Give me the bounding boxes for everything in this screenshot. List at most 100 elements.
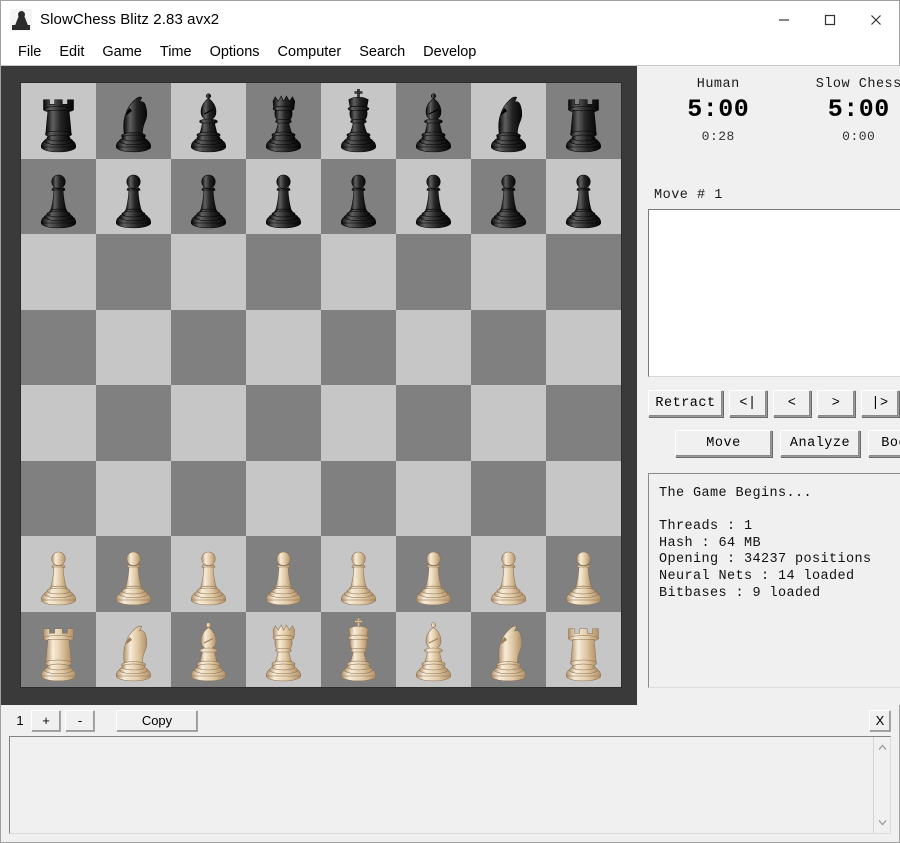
black-bishop-piece[interactable] bbox=[171, 83, 246, 159]
board-square-c6[interactable] bbox=[171, 234, 246, 310]
menu-item-game[interactable]: Game bbox=[93, 42, 151, 62]
board-square-h2[interactable] bbox=[546, 536, 621, 612]
black-rook-piece[interactable] bbox=[546, 83, 621, 159]
next-move-button[interactable]: > bbox=[817, 390, 855, 417]
white-queen-piece[interactable] bbox=[246, 612, 321, 688]
board-square-f1[interactable] bbox=[396, 611, 471, 687]
board-square-d1[interactable] bbox=[246, 611, 321, 688]
white-pawn-piece[interactable] bbox=[171, 536, 246, 612]
board-square-e7[interactable] bbox=[321, 158, 396, 235]
board-square-g1[interactable] bbox=[471, 611, 546, 688]
board-square-c1[interactable] bbox=[171, 611, 246, 688]
book-button[interactable]: Book bbox=[868, 430, 900, 457]
close-pane-button[interactable]: X bbox=[869, 709, 891, 732]
increase-lines-button[interactable]: + bbox=[31, 709, 61, 732]
move-list[interactable] bbox=[648, 209, 900, 377]
board-square-f3[interactable] bbox=[396, 460, 471, 536]
board-square-f5[interactable] bbox=[396, 309, 471, 385]
board-square-d5[interactable] bbox=[246, 309, 321, 385]
menu-item-file[interactable]: File bbox=[9, 42, 50, 62]
board-square-f7[interactable] bbox=[396, 158, 471, 234]
board-square-g2[interactable] bbox=[471, 536, 546, 612]
board-square-d2[interactable] bbox=[246, 536, 321, 612]
last-move-button[interactable]: |> bbox=[861, 390, 899, 417]
board-square-c4[interactable] bbox=[171, 385, 246, 461]
black-bishop-piece[interactable] bbox=[396, 83, 471, 159]
minimize-button[interactable] bbox=[761, 1, 807, 38]
decrease-lines-button[interactable]: - bbox=[65, 709, 95, 732]
white-pawn-piece[interactable] bbox=[471, 536, 546, 612]
black-knight-piece[interactable] bbox=[96, 83, 171, 159]
maximize-button[interactable] bbox=[807, 1, 853, 38]
board-square-h3[interactable] bbox=[546, 460, 621, 536]
output-text[interactable] bbox=[10, 737, 873, 833]
board-square-d4[interactable] bbox=[246, 385, 321, 461]
black-queen-piece[interactable] bbox=[246, 83, 321, 159]
black-pawn-piece[interactable] bbox=[96, 159, 171, 235]
scroll-up-arrow-icon[interactable] bbox=[874, 740, 891, 755]
black-king-piece[interactable] bbox=[321, 83, 396, 159]
board-square-h5[interactable] bbox=[546, 309, 621, 385]
white-knight-piece[interactable] bbox=[471, 612, 546, 688]
menu-item-edit[interactable]: Edit bbox=[50, 42, 93, 62]
board-square-f8[interactable] bbox=[396, 83, 471, 159]
board-square-c7[interactable] bbox=[171, 158, 246, 235]
board-square-g8[interactable] bbox=[471, 83, 546, 159]
board-square-g3[interactable] bbox=[471, 460, 546, 536]
board-square-a8[interactable] bbox=[21, 83, 96, 159]
board-square-a6[interactable] bbox=[21, 234, 96, 310]
board-square-b5[interactable] bbox=[96, 309, 171, 385]
board-square-e5[interactable] bbox=[321, 309, 396, 385]
white-pawn-piece[interactable] bbox=[96, 536, 171, 612]
board-square-h7[interactable] bbox=[546, 158, 621, 235]
board-square-e4[interactable] bbox=[321, 385, 396, 461]
board-square-c3[interactable] bbox=[171, 460, 246, 536]
menu-item-options[interactable]: Options bbox=[201, 42, 269, 62]
white-rook-piece[interactable] bbox=[21, 612, 96, 688]
board-square-d8[interactable] bbox=[246, 83, 321, 159]
board-square-g6[interactable] bbox=[471, 234, 546, 310]
board-square-b6[interactable] bbox=[96, 234, 171, 310]
copy-button[interactable]: Copy bbox=[116, 709, 198, 732]
board-square-b1[interactable] bbox=[96, 611, 171, 688]
board-square-b4[interactable] bbox=[96, 385, 171, 461]
black-pawn-piece[interactable] bbox=[246, 159, 321, 235]
menu-item-computer[interactable]: Computer bbox=[269, 42, 351, 62]
move-button[interactable]: Move bbox=[675, 430, 772, 457]
black-pawn-piece[interactable] bbox=[546, 159, 621, 235]
board-square-b2[interactable] bbox=[96, 536, 171, 612]
white-king-piece[interactable] bbox=[321, 612, 396, 688]
board-square-c5[interactable] bbox=[171, 309, 246, 385]
white-bishop-piece[interactable] bbox=[171, 612, 246, 688]
black-pawn-piece[interactable] bbox=[321, 159, 396, 235]
board-square-f2[interactable] bbox=[396, 536, 471, 612]
board-square-h4[interactable] bbox=[546, 385, 621, 461]
board-square-b8[interactable] bbox=[96, 83, 171, 159]
board-square-a3[interactable] bbox=[21, 460, 96, 536]
board-square-a2[interactable] bbox=[21, 536, 96, 612]
board-square-c2[interactable] bbox=[171, 536, 246, 612]
board-square-b7[interactable] bbox=[96, 158, 171, 235]
white-knight-piece[interactable] bbox=[96, 612, 171, 688]
analyze-button[interactable]: Analyze bbox=[780, 430, 860, 457]
board-square-d3[interactable] bbox=[246, 460, 321, 536]
prev-move-button[interactable]: < bbox=[773, 390, 811, 417]
board-square-f6[interactable] bbox=[396, 234, 471, 310]
board-square-e2[interactable] bbox=[321, 536, 396, 612]
black-knight-piece[interactable] bbox=[471, 83, 546, 159]
menu-item-search[interactable]: Search bbox=[350, 42, 414, 62]
board-square-f4[interactable] bbox=[396, 385, 471, 461]
board-square-a4[interactable] bbox=[21, 385, 96, 461]
first-move-button[interactable]: <| bbox=[729, 390, 767, 417]
board-square-g7[interactable] bbox=[471, 158, 546, 235]
board-square-e8[interactable] bbox=[321, 83, 396, 159]
board-square-c8[interactable] bbox=[171, 83, 246, 159]
board-square-h1[interactable] bbox=[546, 611, 621, 687]
black-pawn-piece[interactable] bbox=[471, 159, 546, 235]
board-square-a7[interactable] bbox=[21, 158, 96, 234]
board-square-a5[interactable] bbox=[21, 309, 96, 385]
black-rook-piece[interactable] bbox=[21, 83, 96, 159]
menu-item-time[interactable]: Time bbox=[151, 42, 201, 62]
black-pawn-piece[interactable] bbox=[171, 159, 246, 235]
menu-item-develop[interactable]: Develop bbox=[414, 42, 485, 62]
